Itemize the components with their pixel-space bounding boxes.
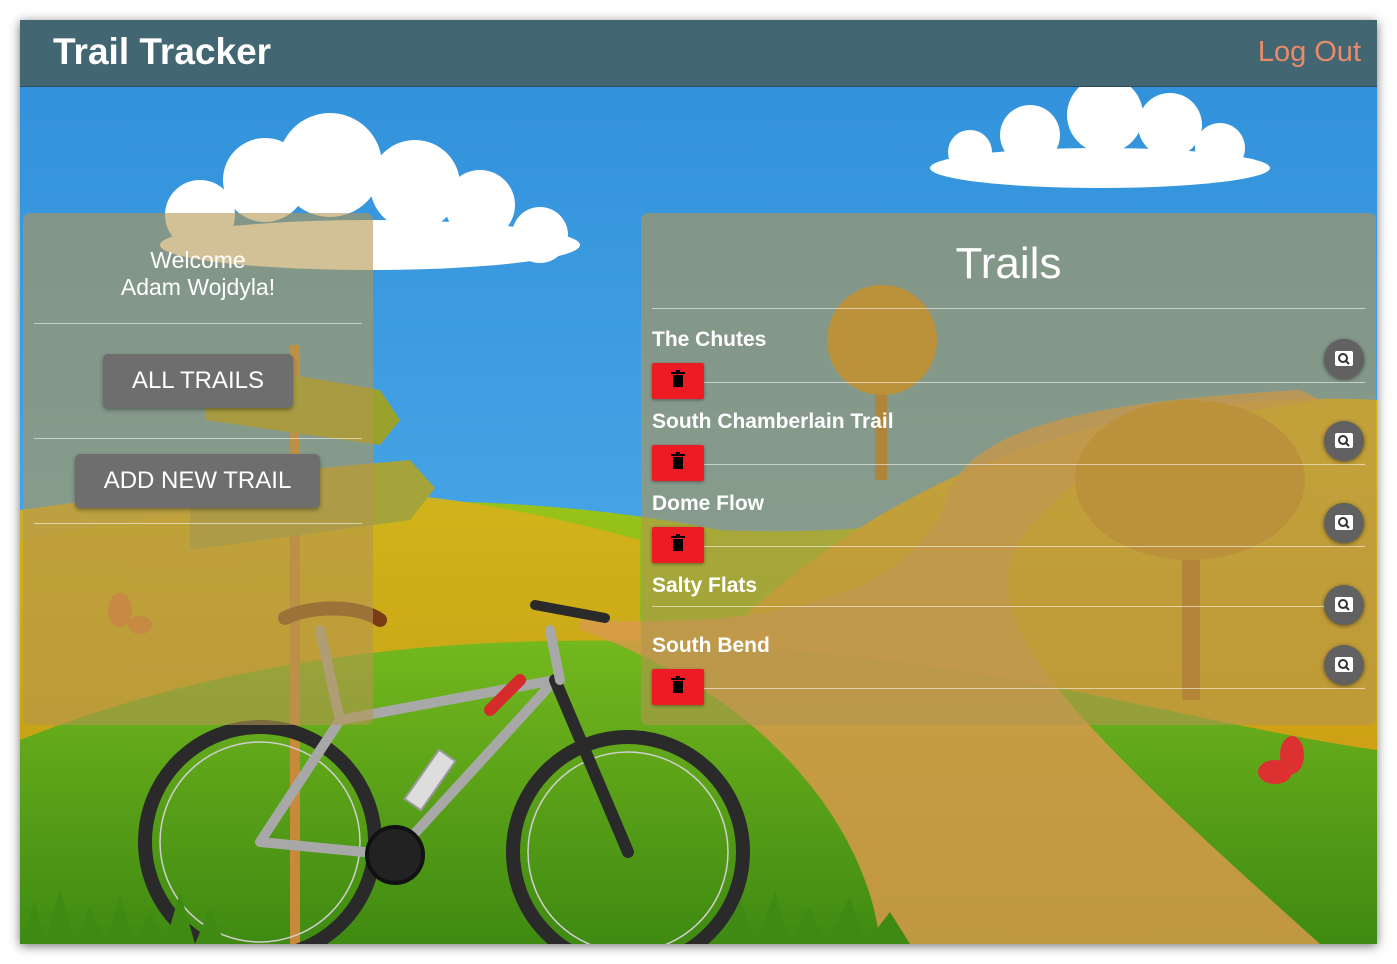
all-trails-button[interactable]: ALL TRAILS bbox=[103, 354, 293, 408]
navbar: Trail Tracker Log Out bbox=[20, 20, 1377, 87]
row-divider bbox=[704, 464, 1365, 465]
magnifier-icon bbox=[1335, 351, 1353, 366]
trash-icon bbox=[671, 676, 685, 693]
trail-name[interactable]: South Bend bbox=[652, 634, 770, 658]
divider bbox=[34, 323, 362, 324]
sidebar-panel: Welcome Adam Wojdyla! ALL TRAILS ADD NEW… bbox=[23, 213, 373, 725]
trash-icon bbox=[671, 534, 685, 551]
trail-name[interactable]: Dome Flow bbox=[652, 492, 764, 516]
app-title: Trail Tracker bbox=[53, 31, 272, 72]
magnifier-icon bbox=[1335, 597, 1353, 612]
divider bbox=[34, 438, 362, 439]
row-divider bbox=[652, 606, 1324, 607]
view-trail-button[interactable] bbox=[1324, 585, 1364, 625]
delete-trail-button[interactable] bbox=[652, 363, 704, 399]
trail-name[interactable]: The Chutes bbox=[652, 328, 766, 352]
trash-icon bbox=[671, 370, 685, 387]
trails-panel: Trails The Chutes South Chamberlain Trai… bbox=[641, 213, 1376, 725]
view-trail-button[interactable] bbox=[1324, 503, 1364, 543]
divider bbox=[34, 523, 362, 524]
trash-icon bbox=[671, 452, 685, 469]
logout-link[interactable]: Log Out bbox=[1258, 36, 1361, 69]
trail-name[interactable]: South Chamberlain Trail bbox=[652, 410, 894, 434]
delete-trail-button[interactable] bbox=[652, 445, 704, 481]
trail-name[interactable]: Salty Flats bbox=[652, 574, 757, 598]
magnifier-icon bbox=[1335, 515, 1353, 530]
welcome-text: Welcome bbox=[150, 247, 246, 273]
trails-heading: Trails bbox=[955, 239, 1062, 288]
delete-trail-button[interactable] bbox=[652, 669, 704, 705]
add-new-trail-button[interactable]: ADD NEW TRAIL bbox=[75, 454, 320, 508]
user-name: Adam Wojdyla! bbox=[120, 274, 276, 300]
view-trail-button[interactable] bbox=[1324, 645, 1364, 685]
view-trail-button[interactable] bbox=[1324, 421, 1364, 461]
app-window: Trail Tracker Log Out Welcome Adam Wojdy… bbox=[20, 20, 1377, 944]
magnifier-icon bbox=[1335, 657, 1353, 672]
magnifier-icon bbox=[1335, 433, 1353, 448]
delete-trail-button[interactable] bbox=[652, 527, 704, 563]
view-trail-button[interactable] bbox=[1324, 339, 1364, 379]
row-divider bbox=[704, 546, 1365, 547]
row-divider bbox=[704, 382, 1365, 383]
row-divider bbox=[704, 688, 1365, 689]
divider bbox=[652, 308, 1365, 309]
